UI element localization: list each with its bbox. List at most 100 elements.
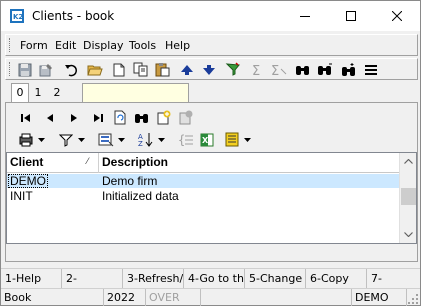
sort-az-icon: AZ — [138, 133, 153, 147]
maximize-icon — [346, 11, 356, 21]
function-key-bar: 1-Help 2- 3-Refresh/F 4-Go to the 5-Chan… — [1, 268, 420, 289]
next-record-icon — [71, 113, 77, 122]
cell-description[interactable]: Initialized data — [102, 189, 179, 203]
grid-header: Client ⁄ Description — [7, 153, 400, 173]
scroll-up-button[interactable] — [400, 153, 417, 170]
tab-1[interactable]: 1 — [29, 85, 47, 103]
new-button[interactable] — [110, 61, 128, 78]
maximize-button[interactable] — [328, 1, 374, 31]
copy-button[interactable] — [132, 61, 150, 78]
status-info — [201, 289, 352, 306]
refresh-button[interactable] — [111, 109, 129, 126]
scroll-down-button[interactable] — [400, 226, 417, 243]
menu-edit[interactable]: Edit — [55, 39, 76, 52]
form-view-button[interactable] — [97, 131, 115, 148]
prev-record-button[interactable] — [41, 109, 59, 126]
form-view-dropdown[interactable] — [116, 131, 126, 148]
save-button[interactable] — [16, 61, 34, 78]
sum-all-button[interactable]: Σ — [270, 61, 288, 78]
menu-grip[interactable] — [9, 38, 12, 52]
last-record-button[interactable] — [89, 109, 107, 126]
menu-help[interactable]: Help — [165, 39, 190, 52]
edit-record-button[interactable] — [177, 109, 195, 126]
undo-button[interactable] — [62, 61, 80, 78]
column-divider[interactable] — [98, 153, 99, 173]
menu-lines-icon — [365, 64, 377, 75]
fkey-change[interactable]: 5-Change — [245, 269, 306, 289]
copy-icon — [133, 62, 148, 77]
add-record-icon — [157, 110, 171, 125]
column-header-client[interactable]: Client — [10, 155, 43, 169]
notes-button[interactable] — [223, 131, 241, 148]
find-button[interactable] — [294, 61, 312, 78]
sort-dropdown[interactable] — [156, 131, 166, 148]
minimize-button[interactable] — [282, 1, 328, 31]
clients-grid[interactable]: Client ⁄ Description DEMO Demo firm INIT… — [6, 152, 417, 244]
paste-button[interactable] — [154, 61, 172, 78]
new-document-icon — [113, 63, 125, 76]
table-row[interactable]: DEMO Demo firm — [7, 174, 400, 188]
menu-form[interactable]: Form — [20, 39, 48, 52]
filter-button[interactable] — [57, 131, 75, 148]
close-button[interactable] — [374, 1, 420, 31]
table-row[interactable]: INIT Initialized data — [7, 189, 400, 203]
tab-filter-input[interactable] — [82, 83, 189, 103]
svg-text:X: X — [202, 136, 209, 145]
search-button[interactable] — [133, 109, 151, 126]
move-down-button[interactable] — [200, 61, 218, 78]
print-icon — [19, 133, 33, 147]
open-folder-icon — [87, 65, 103, 75]
tab-0[interactable]: 0 — [11, 83, 29, 103]
form-view-icon — [98, 133, 114, 147]
sort-button[interactable]: AZ — [137, 131, 155, 148]
fkey-copy[interactable]: 6-Copy — [306, 269, 367, 289]
cell-description[interactable]: Demo firm — [102, 174, 157, 188]
open-button[interactable] — [86, 61, 104, 78]
vertical-scrollbar[interactable] — [399, 153, 416, 243]
find-replace-button[interactable] — [340, 61, 358, 78]
fkey-refresh[interactable]: 3-Refresh/F — [123, 269, 184, 289]
save-as-icon — [39, 63, 52, 76]
notes-dropdown[interactable] — [242, 131, 252, 148]
minimize-icon — [300, 16, 310, 17]
excel-export-icon: X — [200, 133, 214, 147]
resize-grip-icon[interactable] — [408, 294, 418, 304]
chevron-down-icon — [77, 137, 85, 142]
fkey-go-to[interactable]: 4-Go to the — [184, 269, 245, 289]
menu-tools[interactable]: Tools — [129, 39, 156, 52]
toolbar-grip[interactable] — [9, 62, 12, 76]
status-bar: Book 2022 OVER DEMO — [1, 288, 420, 306]
print-button[interactable] — [17, 131, 35, 148]
cell-client[interactable]: INIT — [10, 189, 33, 203]
add-record-button[interactable] — [155, 109, 173, 126]
cell-client[interactable]: DEMO — [8, 174, 48, 188]
menu-display[interactable]: Display — [83, 39, 124, 52]
tab-2[interactable]: 2 — [48, 85, 66, 103]
status-module: Book — [1, 289, 104, 306]
move-up-button[interactable] — [178, 61, 196, 78]
find-next-button[interactable] — [316, 61, 334, 78]
chevron-down-icon — [117, 137, 125, 142]
fkey-7[interactable]: 7- — [367, 269, 420, 289]
status-client: DEMO — [352, 289, 407, 306]
title-bar[interactable]: K2 Clients - book — [1, 1, 420, 31]
group-button[interactable]: { — [177, 131, 195, 148]
fkey-2[interactable]: 2- — [62, 269, 123, 289]
menu-lines-button[interactable] — [362, 61, 380, 78]
next-record-button[interactable] — [65, 109, 83, 126]
first-record-button[interactable] — [17, 109, 35, 126]
sum-button[interactable]: Σ — [248, 61, 266, 78]
column-header-description[interactable]: Description — [102, 155, 168, 169]
filter-wand-button[interactable] — [224, 61, 242, 78]
save-as-button[interactable] — [37, 61, 55, 78]
scroll-thumb[interactable] — [401, 188, 416, 205]
print-dropdown[interactable] — [36, 131, 46, 148]
export-excel-button[interactable]: X — [199, 131, 217, 148]
svg-text:{: { — [178, 133, 185, 147]
svg-text:Z: Z — [138, 140, 143, 147]
filter-dropdown[interactable] — [76, 131, 86, 148]
paste-icon — [155, 63, 170, 77]
chevron-down-icon — [404, 232, 413, 237]
fkey-help[interactable]: 1-Help — [1, 269, 62, 289]
tab-strip: 0 1 2 — [5, 83, 418, 103]
